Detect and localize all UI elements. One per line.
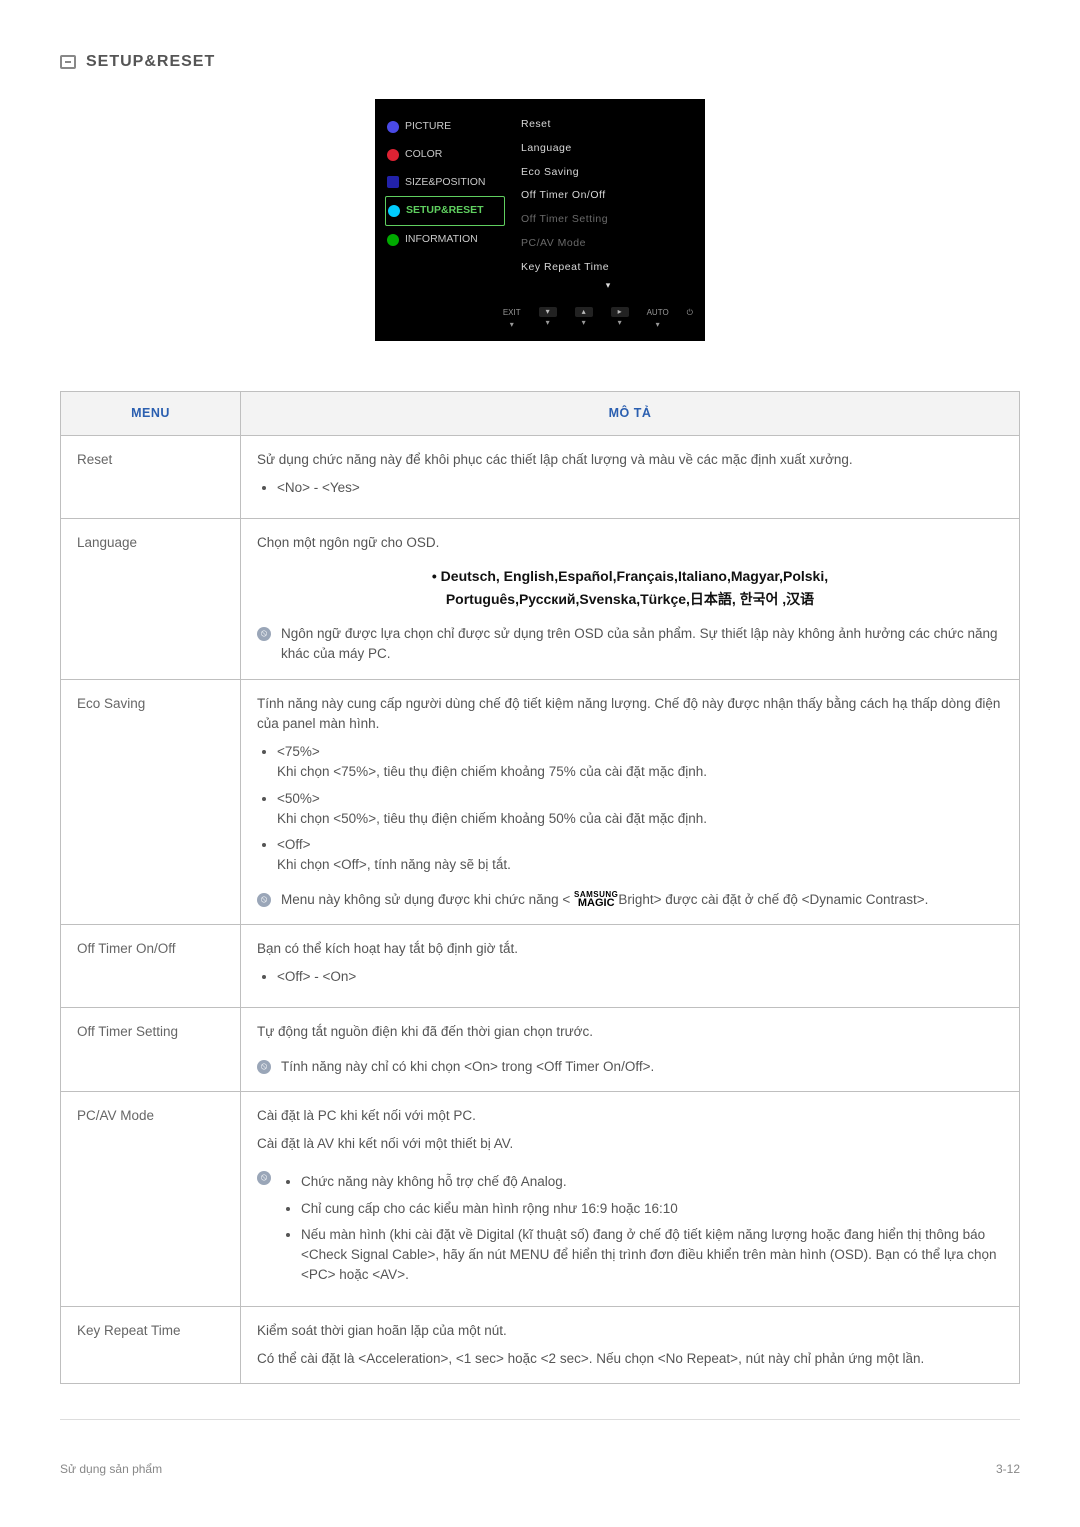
osd-right-pcav: PC/AV Mode	[521, 232, 695, 256]
picture-icon	[387, 121, 399, 133]
offtimer-desc: Bạn có thể kích hoạt hay tắt bộ định giờ…	[257, 939, 1003, 959]
eco-opt-off-desc: Khi chọn <Off>, tính năng này sẽ bị tắt.	[277, 857, 511, 872]
menu-language: Language	[61, 519, 241, 680]
table-row: Eco Saving Tính năng này cung cấp người …	[61, 679, 1020, 924]
table-row: Off Timer Setting Tự động tắt nguồn điện…	[61, 1008, 1020, 1092]
osd-item-picture: PICTURE	[405, 119, 451, 135]
osd-arrow-icon: ▾	[582, 317, 586, 329]
osd-right-menu: Reset Language Eco Saving Off Timer On/O…	[505, 113, 695, 293]
keyrepeat-desc2: Có thể cài đặt là <Acceleration>, <1 sec…	[257, 1349, 1003, 1369]
osd-btn3-icon: ▸	[611, 307, 629, 317]
reset-options: <No> - <Yes>	[277, 478, 1003, 498]
osd-btn2-icon: ▴	[575, 307, 593, 317]
osd-auto-arrow-icon: ▾	[656, 319, 660, 331]
osd-right-eco: Eco Saving	[521, 161, 695, 185]
eco-opt-50: <50%>	[277, 791, 320, 806]
osd-btn1-icon: ▾	[539, 307, 557, 317]
osd-power-icon: ⏻	[687, 307, 693, 319]
footer-right: 3-12	[996, 1460, 1020, 1478]
osd-item-info: INFORMATION	[405, 232, 478, 248]
osd-right-keyrepeat: Key Repeat Time	[521, 256, 695, 280]
section-header: SETUP&RESET	[60, 50, 1020, 74]
page-footer: Sử dụng sản phẩm 3-12	[60, 1460, 1020, 1478]
size-icon	[387, 176, 399, 188]
keyrepeat-desc1: Kiểm soát thời gian hoãn lặp của một nút…	[257, 1321, 1003, 1341]
pcav-desc2: Cài đặt là AV khi kết nối với một thiết …	[257, 1134, 1003, 1154]
pcav-note1: Chức năng này không hỗ trợ chế độ Analog…	[301, 1172, 1003, 1192]
menu-pcav: PC/AV Mode	[61, 1091, 241, 1306]
language-list-2: Português,Русский,Svenska,Türkçe,日本語, 한국…	[257, 588, 1003, 610]
language-list-1: • Deutsch, English,Español,Français,Ital…	[257, 565, 1003, 587]
note-icon: ⦸	[257, 1060, 271, 1074]
menu-keyrepeat: Key Repeat Time	[61, 1306, 241, 1384]
color-icon	[387, 149, 399, 161]
eco-note: Menu này không sử dụng được khi chức năn…	[281, 890, 1003, 910]
osd-exit-label: EXIT	[503, 307, 521, 319]
note-icon: ⦸	[257, 627, 271, 641]
th-desc: MÔ TẢ	[241, 391, 1020, 435]
setup-reset-icon	[60, 55, 76, 69]
osd-item-setup: SETUP&RESET	[406, 203, 484, 219]
osd-item-color: COLOR	[405, 147, 442, 163]
footer-left: Sử dụng sản phẩm	[60, 1460, 162, 1478]
osd-right-reset: Reset	[521, 113, 695, 137]
samsung-magic-icon: SAMSUNGMAGIC	[574, 891, 618, 908]
osd-item-size: SIZE&POSITION	[405, 175, 486, 191]
menu-offtimer: Off Timer On/Off	[61, 924, 241, 1008]
eco-opt-75-desc: Khi chọn <75%>, tiêu thụ điện chiếm khoả…	[277, 764, 707, 779]
osd-right-offtimerset: Off Timer Setting	[521, 208, 695, 232]
table-row: Key Repeat Time Kiểm soát thời gian hoãn…	[61, 1306, 1020, 1384]
table-row: Reset Sử dụng chức năng này để khôi phục…	[61, 435, 1020, 519]
osd-screenshot: PICTURE COLOR SIZE&POSITION SETUP&RESET …	[60, 99, 1020, 341]
pcav-note3: Nếu màn hình (khi cài đặt về Digital (kĩ…	[301, 1225, 1003, 1286]
osd-left-menu: PICTURE COLOR SIZE&POSITION SETUP&RESET …	[385, 113, 505, 293]
menu-reset: Reset	[61, 435, 241, 519]
menu-offtimerset: Off Timer Setting	[61, 1008, 241, 1092]
info-icon	[387, 234, 399, 246]
table-row: PC/AV Mode Cài đặt là PC khi kết nối với…	[61, 1091, 1020, 1306]
osd-arrow-icon: ▾	[546, 317, 550, 329]
section-title: SETUP&RESET	[86, 50, 215, 74]
note-icon: ⦸	[257, 893, 271, 907]
osd-right-language: Language	[521, 137, 695, 161]
offtimerset-desc: Tự động tắt nguồn điện khi đã đến thời g…	[257, 1022, 1003, 1042]
osd-right-offtimer: Off Timer On/Off	[521, 184, 695, 208]
language-desc: Chọn một ngôn ngữ cho OSD.	[257, 533, 1003, 553]
pcav-desc1: Cài đặt là PC khi kết nối với một PC.	[257, 1106, 1003, 1126]
menu-description-table: MENU MÔ TẢ Reset Sử dụng chức năng này đ…	[60, 391, 1020, 1384]
eco-note-pre: Menu này không sử dụng được khi chức năn…	[281, 892, 574, 907]
menu-eco: Eco Saving	[61, 679, 241, 924]
th-menu: MENU	[61, 391, 241, 435]
offtimerset-note: Tính năng này chỉ có khi chọn <On> trong…	[281, 1057, 1003, 1077]
note-icon: ⦸	[257, 1171, 271, 1185]
footer-divider	[60, 1419, 1020, 1420]
eco-opt-75: <75%>	[277, 744, 320, 759]
eco-opt-50-desc: Khi chọn <50%>, tiêu thụ điện chiếm khoả…	[277, 811, 707, 826]
osd-auto-label: AUTO	[647, 307, 669, 319]
offtimer-options: <Off> - <On>	[277, 967, 1003, 987]
osd-down-arrow-icon: ▾	[521, 279, 695, 293]
osd-exit-arrow-icon: ▾	[510, 319, 514, 331]
osd-footer: EXIT▾ ▾▾ ▴▾ ▸▾ AUTO▾ ⏻	[375, 301, 705, 341]
setup-icon	[388, 205, 400, 217]
osd-arrow-icon: ▾	[618, 317, 622, 329]
reset-desc: Sử dụng chức năng này để khôi phục các t…	[257, 450, 1003, 470]
eco-opt-off: <Off>	[277, 837, 311, 852]
table-row: Off Timer On/Off Bạn có thể kích hoạt ha…	[61, 924, 1020, 1008]
language-note: Ngôn ngữ được lựa chọn chỉ được sử dụng …	[281, 624, 1003, 665]
pcav-note2: Chỉ cung cấp cho các kiểu màn hình rộng …	[301, 1199, 1003, 1219]
eco-note-post: Bright> được cài đặt ở chế độ <Dynamic C…	[618, 892, 928, 907]
eco-desc: Tính năng này cung cấp người dùng chế độ…	[257, 694, 1003, 735]
table-row: Language Chọn một ngôn ngữ cho OSD. • De…	[61, 519, 1020, 680]
